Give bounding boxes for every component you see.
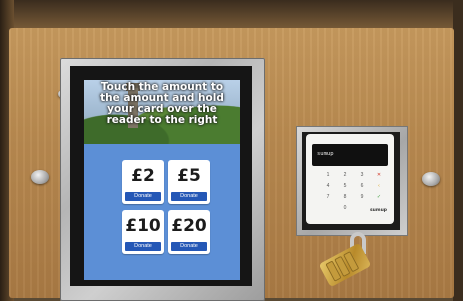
clear-key-icon[interactable]: ‹ <box>376 183 382 189</box>
donate-20-button[interactable]: £20 Donate <box>168 210 210 254</box>
photo-scene: Touch the amount to the amount and hold … <box>0 0 463 301</box>
amount-label: £2 <box>131 166 155 186</box>
screw-right <box>422 172 440 186</box>
keypad-key[interactable]: 2 <box>342 172 348 178</box>
confirm-key-icon[interactable]: ✓ <box>376 194 382 200</box>
donate-label: Donate <box>171 192 207 201</box>
keypad-key[interactable]: 3 <box>359 172 365 178</box>
keypad-key[interactable]: 8 <box>342 194 348 200</box>
keypad-key[interactable]: 0 <box>342 205 348 211</box>
keypad-key[interactable]: 1 <box>325 172 331 178</box>
keypad-key[interactable]: 7 <box>325 194 331 200</box>
amount-label: £5 <box>177 166 201 186</box>
donate-10-button[interactable]: £10 Donate <box>122 210 164 254</box>
donate-label: Donate <box>171 242 207 251</box>
donation-screen: Touch the amount to the amount and hold … <box>84 80 240 280</box>
donate-5-button[interactable]: £5 Donate <box>168 160 210 204</box>
instruction-text: Touch the amount to the amount and hold … <box>86 82 238 126</box>
cancel-key-icon[interactable]: ✕ <box>376 172 382 178</box>
amount-label: £20 <box>171 216 207 236</box>
church-photo-banner: Touch the amount to the amount and hold … <box>84 80 240 144</box>
keypad-key[interactable]: 5 <box>342 183 348 189</box>
board-right-edge <box>453 0 463 301</box>
donate-label: Donate <box>125 242 161 251</box>
donate-label: Donate <box>125 192 161 201</box>
wall-background <box>0 0 463 30</box>
keypad-key[interactable]: 9 <box>359 194 365 200</box>
instruction-line: reader to the right <box>106 114 218 126</box>
donate-2-button[interactable]: £2 Donate <box>122 160 164 204</box>
screw-left <box>31 170 49 184</box>
card-reader-display-text: sumup <box>317 151 334 157</box>
amount-label: £10 <box>125 216 161 236</box>
keypad-key[interactable]: 4 <box>325 183 331 189</box>
card-reader-brand: sumup <box>370 208 387 213</box>
keypad-key[interactable]: 6 <box>359 183 365 189</box>
